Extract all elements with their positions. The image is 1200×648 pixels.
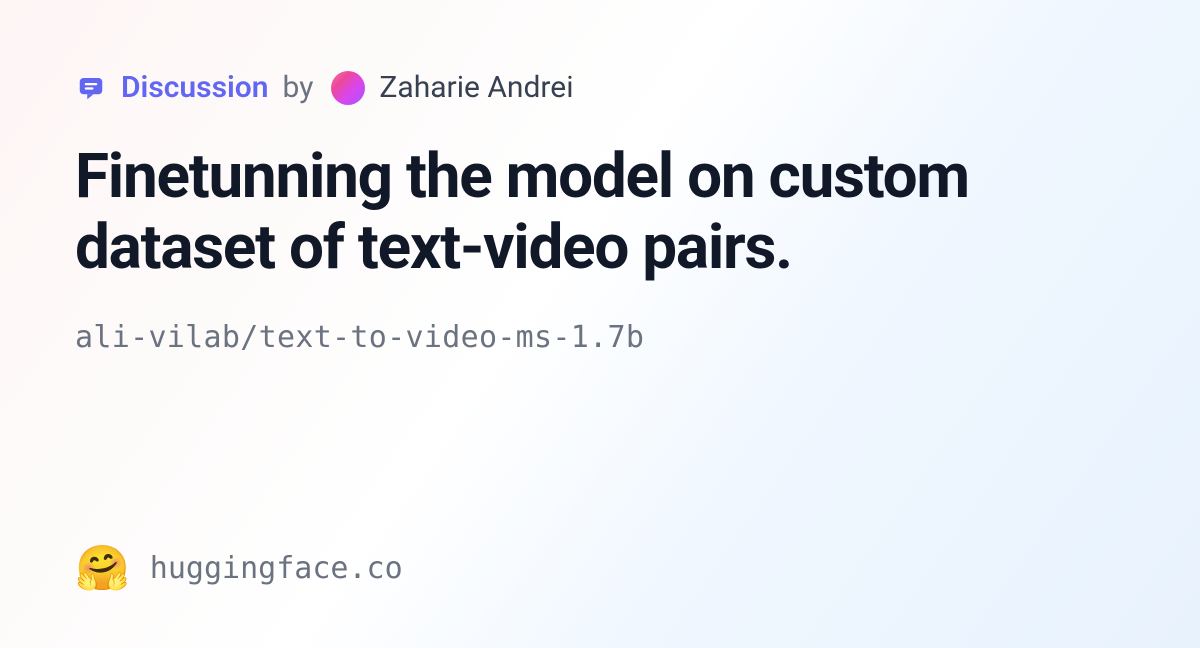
discussion-icon [75,72,107,104]
site-url: huggingface.co [150,551,403,586]
repo-path: ali-vilab/text-to-video-ms-1.7b [75,320,1125,355]
by-text: by [283,70,314,105]
huggingface-icon: 🤗 [75,546,130,590]
discussion-label: Discussion [121,70,269,105]
footer: 🤗 huggingface.co [75,546,403,590]
discussion-title: Finetunning the model on custom dataset … [75,141,1125,284]
avatar [331,71,365,105]
meta-row: Discussion by Zaharie Andrei [75,70,1125,105]
author-name: Zaharie Andrei [379,70,573,105]
